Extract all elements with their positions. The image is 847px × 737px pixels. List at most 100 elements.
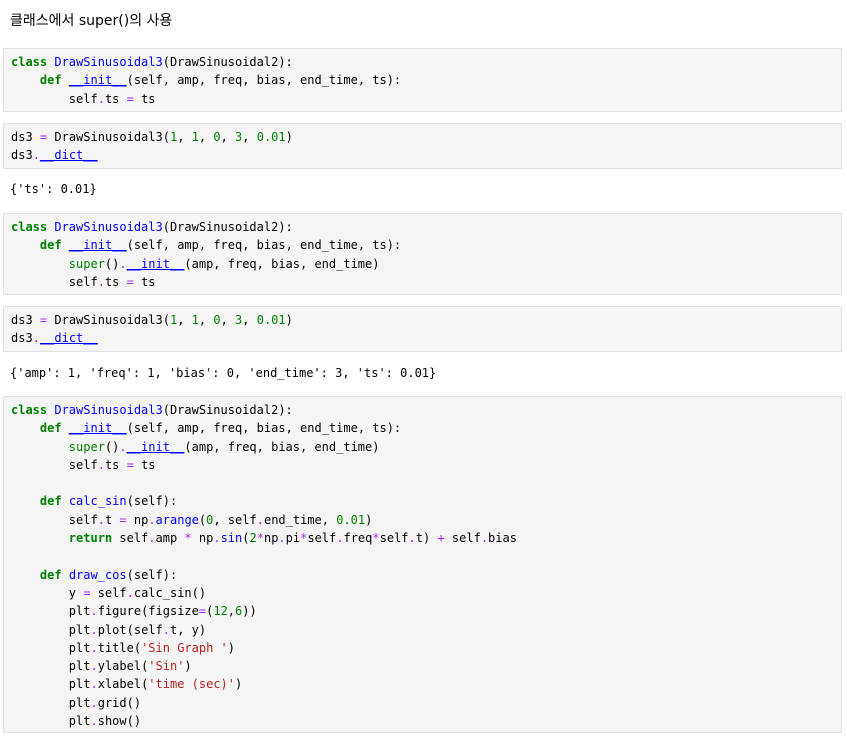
code-cell-class-def-3[interactable]: class DrawSinusoidal3(DrawSinusoidal2): … xyxy=(3,396,842,733)
code-token: )) xyxy=(242,604,257,619)
code-token: 12 xyxy=(213,604,228,619)
code-line: super().__init__(amp, freq, bias, end_ti… xyxy=(11,256,380,271)
code-token: __init__ xyxy=(68,421,127,436)
code-token: show() xyxy=(97,714,142,729)
code-token: . xyxy=(278,531,286,546)
output-text: {'ts': 0.01} xyxy=(10,182,97,196)
code-block: class DrawSinusoidal3(DrawSinusoidal2): … xyxy=(4,214,841,295)
code-token: ts xyxy=(104,274,127,289)
code-token: sin xyxy=(220,531,243,546)
code-token: plt xyxy=(11,714,91,729)
code-token: self xyxy=(379,531,409,546)
code-token: ( xyxy=(242,531,250,546)
code-token: __dict__ xyxy=(39,331,98,346)
code-token: __init__ xyxy=(126,439,185,454)
code-token: 'Sin Graph ' xyxy=(141,640,228,655)
code-token: xlabel( xyxy=(97,677,149,692)
code-line: def __init__(self, amp, freq, bias, end_… xyxy=(11,73,401,87)
code-token: , self xyxy=(213,512,257,527)
code-token: ts xyxy=(133,91,156,106)
code-block: ds3 = DrawSinusoidal3(1, 1, 0, 3, 0.01) … xyxy=(4,124,841,169)
code-cell-class-def-1[interactable]: class DrawSinusoidal3(DrawSinusoidal2): … xyxy=(3,48,842,112)
code-line: ds3 = DrawSinusoidal3(1, 1, 0, 3, 0.01) xyxy=(11,313,293,327)
code-token: ) xyxy=(235,677,243,692)
code-token: super xyxy=(68,439,105,454)
code-token: (self, amp, freq, bias, end_time, ts): xyxy=(126,238,402,253)
section-heading: 클래스에서 super()의 사용 xyxy=(10,13,173,29)
code-line: ds3.__dict__ xyxy=(11,331,98,345)
code-token: . xyxy=(97,91,105,106)
code-token: bias xyxy=(488,531,517,546)
code-token: 'Sin' xyxy=(148,659,185,674)
code-token: . xyxy=(32,148,40,163)
code-token: . xyxy=(256,512,264,527)
code-block: class DrawSinusoidal3(DrawSinusoidal2): … xyxy=(4,49,841,112)
code-token: ) xyxy=(365,512,373,527)
code-token: , xyxy=(198,130,214,144)
code-token: grid() xyxy=(97,695,142,710)
code-token: t, y) xyxy=(169,622,207,637)
code-token: = xyxy=(126,91,134,106)
code-token: (self, amp, freq, bias, end_time, ts): xyxy=(126,73,402,88)
code-cell-class-def-2[interactable]: class DrawSinusoidal3(DrawSinusoidal2): … xyxy=(3,213,842,295)
code-line: plt.figure(figsize=(12,6)) xyxy=(11,604,257,618)
code-token: , xyxy=(177,313,192,327)
code-token: np xyxy=(191,531,214,546)
code-token: . xyxy=(408,531,416,546)
code-token: draw_cos xyxy=(68,567,127,582)
code-token: plt xyxy=(11,604,91,619)
code-token: (DrawSinusoidal2): xyxy=(162,403,293,417)
code-token: ) xyxy=(285,313,293,327)
code-token: (self): xyxy=(126,494,178,509)
code-token: t) xyxy=(415,531,438,546)
code-line: def __init__(self, amp, freq, bias, end_… xyxy=(11,421,401,435)
code-token: , xyxy=(242,313,257,327)
code-token: . xyxy=(148,531,156,546)
code-token: DrawSinusoidal3 xyxy=(54,55,163,69)
code-token: (amp, freq, bias, end_time) xyxy=(184,439,380,454)
code-token: __init__ xyxy=(68,73,127,88)
code-token: . xyxy=(90,622,98,637)
code-token: . xyxy=(90,659,98,674)
code-token: . xyxy=(119,256,127,271)
code-line: ds3 = DrawSinusoidal3(1, 1, 0, 3, 0.01) xyxy=(11,130,293,144)
code-token: ds3 xyxy=(11,313,40,327)
code-token: . xyxy=(480,531,489,546)
code-block: class DrawSinusoidal3(DrawSinusoidal2): … xyxy=(4,397,841,734)
code-token: . xyxy=(213,531,221,546)
code-line: plt.plot(self.t, y) xyxy=(11,623,206,637)
code-token: def xyxy=(39,421,62,436)
code-token: plt xyxy=(11,622,91,637)
code-token: , xyxy=(220,130,236,144)
code-token: = xyxy=(126,274,134,289)
code-token: end_time, xyxy=(263,512,337,527)
code-token: . xyxy=(90,640,98,655)
code-line: self.ts = ts xyxy=(11,92,156,106)
code-line: self.t = np.arange(0, self.end_time, 0.0… xyxy=(11,512,373,527)
code-token: = xyxy=(126,457,134,472)
code-token: . xyxy=(90,677,98,692)
code-token: , xyxy=(177,130,192,144)
code-cell-instance-2[interactable]: ds3 = DrawSinusoidal3(1, 1, 0, 3, 0.01) … xyxy=(3,306,842,352)
code-token: plt xyxy=(11,659,91,674)
code-token: t xyxy=(104,512,120,527)
code-line: plt.xlabel('time (sec)') xyxy=(11,677,242,691)
code-block: ds3 = DrawSinusoidal3(1, 1, 0, 3, 0.01) … xyxy=(4,307,841,352)
code-token: class xyxy=(11,55,48,69)
code-token: class xyxy=(11,403,48,417)
code-token: , xyxy=(242,130,257,144)
code-token: 0.01 xyxy=(256,130,286,144)
code-line: super().__init__(amp, freq, bias, end_ti… xyxy=(11,439,380,454)
code-token: figure(figsize xyxy=(97,604,199,619)
code-token: ) xyxy=(285,130,293,144)
code-token: np xyxy=(263,531,279,546)
code-cell-instance-1[interactable]: ds3 = DrawSinusoidal3(1, 1, 0, 3, 0.01) … xyxy=(3,123,842,169)
code-token: , xyxy=(198,313,214,327)
code-token: ds3 xyxy=(11,148,33,163)
